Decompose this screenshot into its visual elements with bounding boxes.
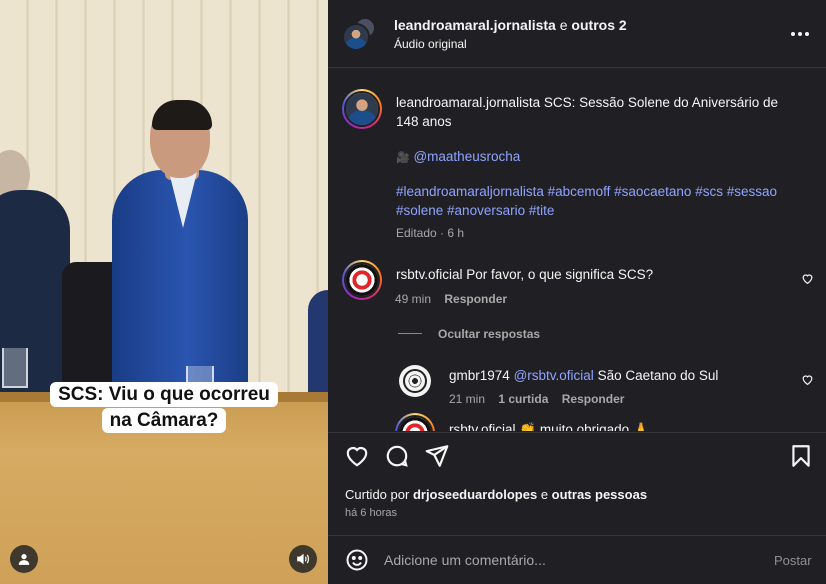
header-title: leandroamaral.jornalista e outros 2 [394, 17, 627, 33]
likes-connector: e [540, 487, 549, 502]
reply-time: 21 min [449, 392, 486, 406]
header-username[interactable]: leandroamaral.jornalista [394, 17, 556, 33]
reply-avatar[interactable] [399, 365, 431, 397]
add-comment-bar: Postar [328, 535, 826, 584]
hide-replies-divider [398, 333, 422, 334]
audio-link[interactable]: Áudio original [394, 37, 467, 51]
likes-prefix: Curtido por [345, 487, 410, 502]
hashtags-line2[interactable]: #solene #anoversario #tite [396, 203, 554, 218]
comment-body: rsbtv.oficial Por favor, o que significa… [396, 265, 653, 284]
post-header: leandroamaral.jornalista e outros 2 Áudi… [328, 0, 826, 68]
likes-others[interactable]: outras pessoas [552, 487, 647, 502]
video-caption-line2: na Câmara? [101, 408, 227, 433]
reel-video[interactable]: SCS: Viu o que ocorreu na Câmara? [0, 0, 328, 584]
comment-avatar[interactable] [342, 260, 382, 300]
post-actions: Curtido por drjoseeduardolopes e outras … [328, 432, 826, 542]
caption-mention-line: 🎥 @maatheusrocha [396, 147, 520, 168]
reply-avatar[interactable] [395, 413, 435, 431]
reply-body: gmbr1974 @rsbtv.oficial São Caetano do S… [449, 366, 718, 385]
comment-reply-button[interactable]: Responder [444, 292, 507, 306]
comment-text: Por favor, o que significa SCS? [466, 267, 654, 282]
post-timestamp: há 6 horas [345, 507, 397, 519]
reply-like-heart-icon[interactable] [801, 373, 814, 386]
water-glass [2, 348, 28, 388]
reply-text: 👏 muito obrigado 🙏 [519, 422, 650, 431]
likes-summary: Curtido por drjoseeduardolopes e outras … [345, 487, 647, 502]
volume-button[interactable] [289, 545, 317, 573]
comment-icon[interactable] [384, 443, 410, 469]
post-caption: leandroamaral.jornalista SCS: Sessão Sol… [396, 93, 801, 131]
comment-username[interactable]: rsbtv.oficial [396, 267, 463, 282]
reply-text: São Caetano do Sul [597, 368, 719, 383]
heart-icon[interactable] [344, 443, 370, 469]
reply-body: rsbtv.oficial 👏 muito obrigado 🙏 [449, 420, 650, 431]
reply-reply-button[interactable]: Responder [562, 392, 625, 406]
reply-meta: 21 min 1 curtida Responder [449, 392, 624, 406]
person-right [308, 290, 328, 400]
caption-username[interactable]: leandroamaral.jornalista [396, 95, 540, 110]
hide-replies-button[interactable]: Ocultar respostas [438, 327, 540, 341]
comments-section[interactable]: leandroamaral.jornalista SCS: Sessão Sol… [328, 69, 826, 431]
likes-user[interactable]: drjoseeduardolopes [413, 487, 537, 502]
caption-mention[interactable]: @maatheusrocha [413, 149, 520, 164]
volume-icon [297, 553, 309, 565]
caption-edited-time: Editado · 6 h [396, 226, 465, 240]
hashtags-line1[interactable]: #leandroamaraljornalista #abcemoff #saoc… [396, 184, 777, 199]
bookmark-icon[interactable] [788, 443, 814, 469]
comment-input[interactable] [384, 546, 754, 574]
post-comment-button[interactable]: Postar [774, 553, 812, 568]
comment-meta: 49 min Responder [395, 292, 507, 306]
header-collab-others[interactable]: outros 2 [571, 17, 626, 33]
collab-avatar[interactable] [342, 17, 376, 51]
reply-username[interactable]: gmbr1974 [449, 368, 510, 383]
video-caption-line1: SCS: Viu o que ocorreu [50, 382, 278, 407]
more-options-icon[interactable] [788, 22, 812, 46]
user-tag-button[interactable] [10, 545, 38, 573]
camera-emoji: 🎥 [396, 152, 410, 164]
header-connector: e [559, 17, 568, 33]
post-panel: leandroamaral.jornalista e outros 2 Áudi… [328, 0, 826, 584]
user-tag-icon [18, 554, 30, 565]
share-icon[interactable] [424, 443, 450, 469]
reply-mention[interactable]: @rsbtv.oficial [514, 368, 594, 383]
reply-username[interactable]: rsbtv.oficial [449, 422, 516, 431]
video-caption: SCS: Viu o que ocorreu na Câmara? [42, 382, 286, 434]
emoji-icon[interactable] [345, 548, 369, 572]
caption-hashtags[interactable]: #leandroamaraljornalista #abcemoff #saoc… [396, 182, 816, 220]
comment-time: 49 min [395, 292, 432, 306]
reply-likes[interactable]: 1 curtida [498, 392, 548, 406]
comment-like-heart-icon[interactable] [801, 272, 814, 285]
author-avatar[interactable] [342, 89, 382, 129]
